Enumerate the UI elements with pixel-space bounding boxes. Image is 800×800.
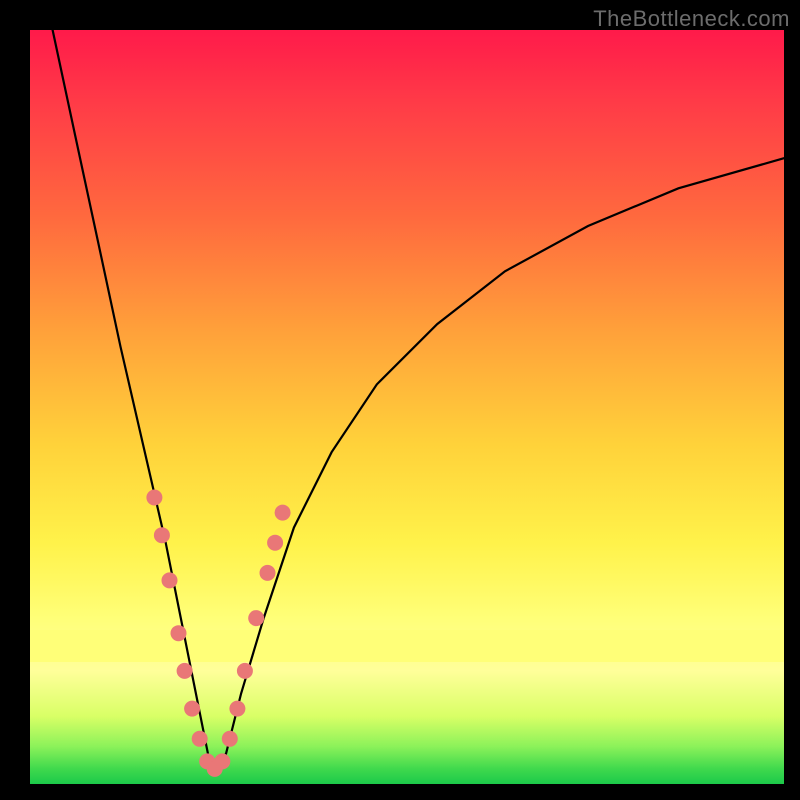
plot-area (30, 30, 784, 784)
marker-dot (154, 527, 170, 543)
chart-frame: TheBottleneck.com (0, 0, 800, 800)
bottleneck-curve (53, 30, 784, 769)
marker-dot (192, 731, 208, 747)
watermark-text: TheBottleneck.com (593, 6, 790, 32)
marker-dot (275, 505, 291, 521)
marker-dot (184, 701, 200, 717)
marker-dot (214, 753, 230, 769)
marker-dots (146, 490, 290, 777)
marker-dot (229, 701, 245, 717)
marker-dot (177, 663, 193, 679)
marker-dot (222, 731, 238, 747)
chart-svg (30, 30, 784, 784)
marker-dot (146, 490, 162, 506)
marker-dot (237, 663, 253, 679)
marker-dot (162, 572, 178, 588)
marker-dot (248, 610, 264, 626)
marker-dot (260, 565, 276, 581)
marker-dot (171, 625, 187, 641)
marker-dot (267, 535, 283, 551)
